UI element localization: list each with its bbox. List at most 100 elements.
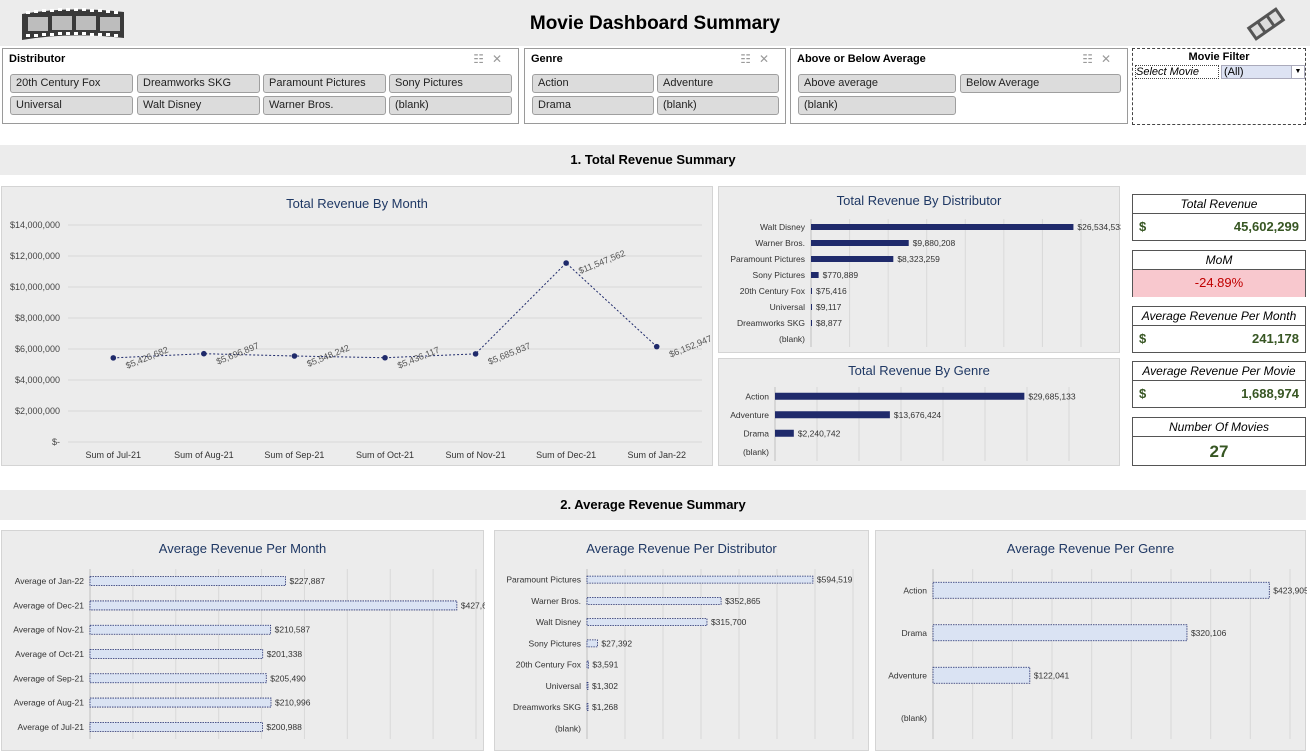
data-label: $770,889 xyxy=(823,270,859,280)
data-label: $3,591 xyxy=(592,660,618,670)
category-label: Warner Bros. xyxy=(755,238,805,248)
data-label: $1,302 xyxy=(592,681,618,691)
data-label: $75,416 xyxy=(816,286,847,296)
slicer-item[interactable]: Adventure xyxy=(657,74,779,93)
kpi-label: MoM xyxy=(1133,251,1305,270)
data-label: $200,988 xyxy=(266,722,302,732)
category-label: Walt Disney xyxy=(536,617,582,627)
chevron-down-icon[interactable]: ▼ xyxy=(1291,66,1304,78)
slicer-item[interactable]: (blank) xyxy=(657,96,779,115)
y-tick-label: $8,000,000 xyxy=(15,313,60,323)
slicer-item[interactable]: Universal xyxy=(10,96,133,115)
category-label: Average of Sep-21 xyxy=(13,673,84,683)
slicer-multiselect-clear-icons[interactable]: ☷✕ xyxy=(740,52,777,66)
slicer-item[interactable]: Dreamworks SKG xyxy=(137,74,260,93)
slicer-item[interactable]: Warner Bros. xyxy=(263,96,386,115)
category-label: Drama xyxy=(901,628,927,638)
data-label: $13,676,424 xyxy=(894,410,942,420)
slicer-item[interactable]: Drama xyxy=(532,96,654,115)
kpi-total-revenue: Total Revenue $45,602,299 xyxy=(1132,194,1306,241)
average-slicer: Above or Below Average ☷✕ Above average … xyxy=(790,48,1128,124)
movie-filter-label: Select Movie xyxy=(1135,65,1219,79)
y-tick-label: $- xyxy=(52,437,60,447)
slicer-item[interactable]: (blank) xyxy=(389,96,512,115)
bar xyxy=(586,703,589,712)
bar xyxy=(89,697,272,708)
slicer-multiselect-clear-icons[interactable]: ☷✕ xyxy=(1082,52,1119,66)
x-tick-label: Sum of Sep-21 xyxy=(264,450,324,460)
y-tick-label: $14,000,000 xyxy=(10,220,60,230)
genre-slicer: Genre ☷✕ Action Adventure Drama (blank) xyxy=(524,48,786,124)
category-label: Average of Nov-21 xyxy=(13,625,84,635)
slicer-item[interactable]: Walt Disney xyxy=(137,96,260,115)
data-label: $5,548,242 xyxy=(305,343,351,369)
category-label: (blank) xyxy=(901,713,927,723)
y-tick-label: $4,000,000 xyxy=(15,375,60,385)
category-label: Average of Aug-21 xyxy=(14,698,85,708)
line-chart-svg: $- $2,000,000 $4,000,000 $6,000,000 $8,000,0… xyxy=(10,220,714,460)
x-tick-label: Sum of Jan-22 xyxy=(627,450,686,460)
bar xyxy=(89,673,267,684)
category-label: Universal xyxy=(770,302,806,312)
movie-filter-title: Movie Filter xyxy=(1188,51,1250,63)
data-label: $9,117 xyxy=(816,302,842,312)
x-tick-label: Sum of Dec-21 xyxy=(536,450,596,460)
data-point xyxy=(291,353,298,359)
kpi-label: Total Revenue xyxy=(1133,195,1305,214)
y-tick-label: $12,000,000 xyxy=(10,251,60,261)
category-label: Warner Bros. xyxy=(531,596,581,606)
category-label: Walt Disney xyxy=(760,222,806,232)
series-line xyxy=(113,262,658,359)
bar xyxy=(811,240,909,246)
movie-filter-dropdown[interactable]: (All) ▼ xyxy=(1221,65,1305,79)
category-label: 20th Century Fox xyxy=(740,286,806,296)
data-label: $5,696,897 xyxy=(215,340,261,366)
category-label: Sony Pictures xyxy=(753,270,805,280)
data-point xyxy=(472,351,479,357)
slicer-title: Above or Below Average xyxy=(797,53,926,65)
data-point xyxy=(653,343,660,350)
category-label: Drama xyxy=(743,428,769,438)
bar xyxy=(932,581,1270,599)
data-label: $352,865 xyxy=(725,596,761,606)
bar xyxy=(811,304,812,310)
data-label: $227,887 xyxy=(289,576,325,586)
data-label: $6,152,947 xyxy=(668,333,714,359)
bar xyxy=(586,618,708,627)
kpi-mom: MoM -24.89% xyxy=(1132,250,1306,297)
slicer-item[interactable]: Action xyxy=(532,74,654,93)
category-label: Action xyxy=(745,391,769,401)
slicer-item[interactable]: Below Average xyxy=(960,74,1121,93)
data-label: $8,877 xyxy=(816,318,842,328)
bar xyxy=(811,272,819,278)
category-label: (blank) xyxy=(743,447,769,457)
slicer-multiselect-clear-icons[interactable]: ☷✕ xyxy=(473,52,510,66)
section-title: 1. Total Revenue Summary xyxy=(570,152,736,167)
bar xyxy=(89,624,272,635)
kpi-number-of-movies: Number Of Movies 27 xyxy=(1132,417,1306,466)
category-label: Universal xyxy=(546,681,582,691)
bar xyxy=(89,576,286,587)
slicer-item[interactable]: (blank) xyxy=(798,96,956,115)
category-label: Action xyxy=(903,585,927,595)
bar xyxy=(586,575,814,584)
slicer-item[interactable]: Sony Pictures xyxy=(389,74,512,93)
bar xyxy=(89,600,458,611)
data-label: $9,880,208 xyxy=(913,238,956,248)
category-label: 20th Century Fox xyxy=(516,660,582,670)
bar xyxy=(811,320,812,326)
slicer-title: Distributor xyxy=(9,53,66,65)
data-point xyxy=(110,355,117,361)
slicer-item[interactable]: 20th Century Fox xyxy=(10,74,133,93)
data-label: $210,996 xyxy=(275,698,311,708)
kpi-value: -24.89% xyxy=(1133,270,1305,297)
data-label: $205,490 xyxy=(270,673,306,683)
slicer-title: Genre xyxy=(531,53,563,65)
kpi-value: 45,602,299 xyxy=(1233,219,1299,234)
data-label: $2,240,742 xyxy=(798,428,841,438)
slicer-item[interactable]: Above average xyxy=(798,74,956,93)
bar xyxy=(586,596,722,605)
data-label: $122,041 xyxy=(1034,670,1070,680)
slicer-item[interactable]: Paramount Pictures xyxy=(263,74,386,93)
x-tick-label: Sum of Aug-21 xyxy=(174,450,234,460)
